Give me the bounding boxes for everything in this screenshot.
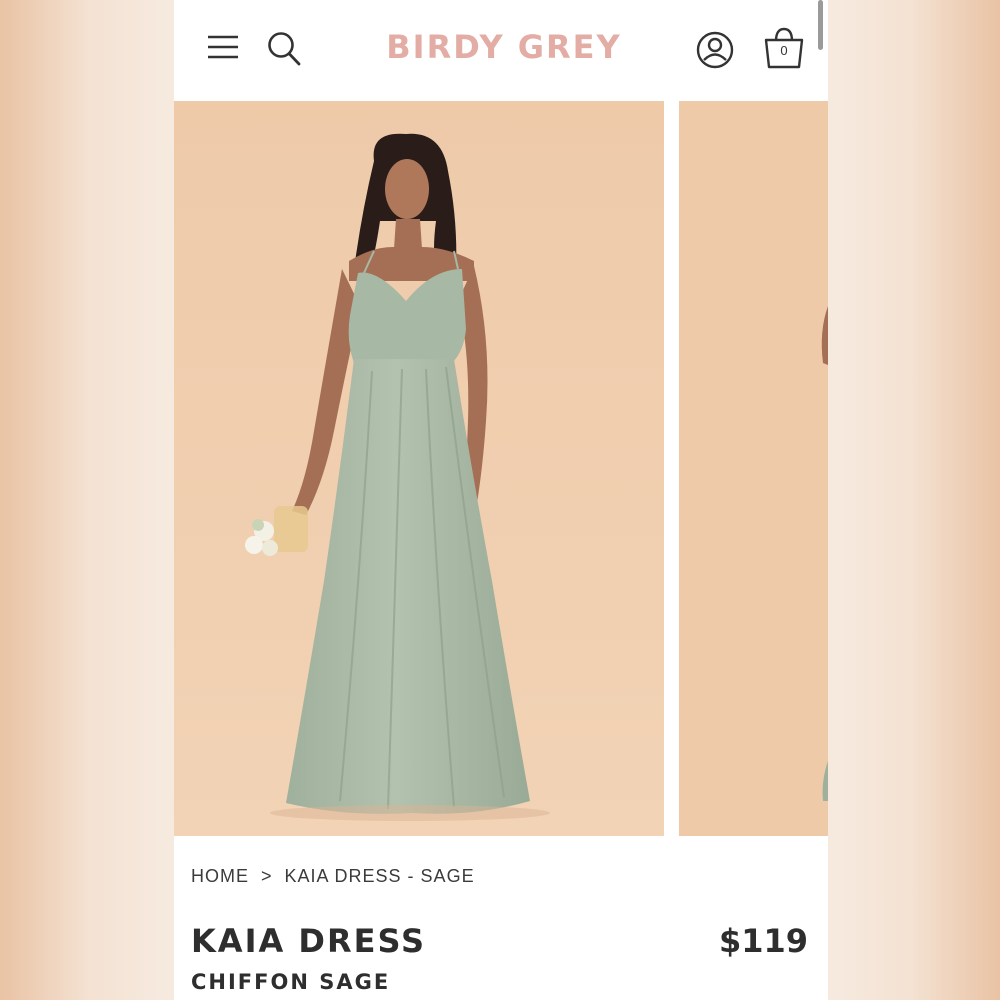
breadcrumb-current[interactable]: KAIA DRESS - SAGE [285,866,475,886]
breadcrumb: HOME > KAIA DRESS - SAGE [191,866,475,887]
next-photo-illustration [679,101,828,836]
brand-logo[interactable]: BIRDY GREY [374,28,634,66]
product-price: $119 [718,922,808,960]
account-icon[interactable] [695,30,735,70]
site-header: BIRDY GREY 0 [174,0,828,100]
search-icon[interactable] [266,30,302,68]
scrollbar-thumb[interactable] [818,0,823,50]
product-variant: CHIFFON SAGE [191,970,391,994]
model-in-dress-illustration [174,101,664,836]
product-title: KAIA DRESS [191,922,427,960]
chevron-right-icon: > [261,866,273,886]
breadcrumb-home-link[interactable]: HOME [191,866,249,886]
menu-icon[interactable] [206,32,240,62]
product-photo-main[interactable] [174,101,664,836]
product-image-carousel[interactable] [174,101,828,836]
mobile-page: BIRDY GREY 0 HOME > KAIA DRESS - SAGE KA… [174,0,828,1000]
product-photo-next-preview[interactable] [679,101,828,836]
bag-count-badge: 0 [780,43,788,58]
